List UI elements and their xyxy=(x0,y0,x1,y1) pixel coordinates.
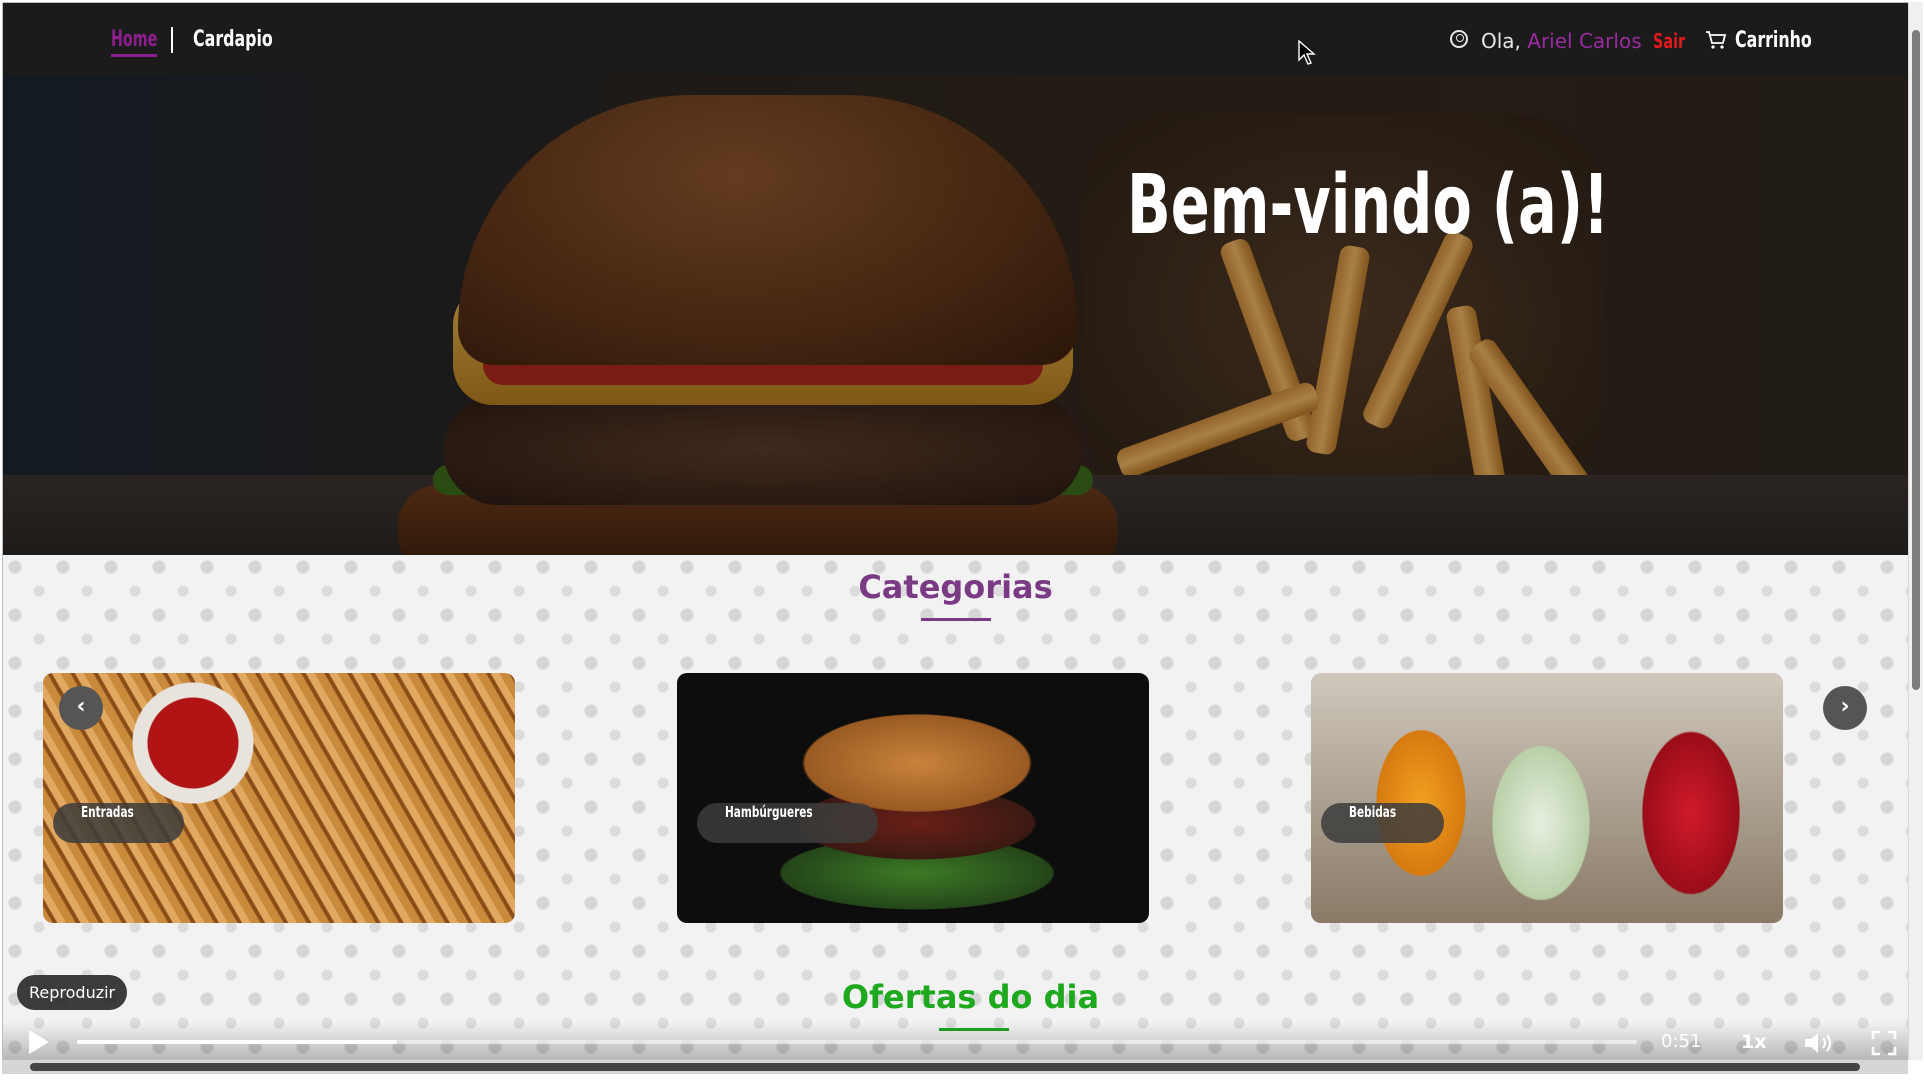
logout-link[interactable]: Sair xyxy=(1653,29,1685,53)
time-display: 0:51 xyxy=(1661,1031,1702,1052)
offers-title: Ofertas do dia xyxy=(841,978,1100,1016)
carousel-prev-button[interactable]: ‹ xyxy=(59,686,103,730)
categories-title: Categorias xyxy=(858,568,1053,606)
chevron-right-icon: › xyxy=(1840,694,1850,719)
chevron-left-icon: ‹ xyxy=(76,694,86,719)
browser-viewport: Home Cardapio Ola, Ariel Carlos Sair Car… xyxy=(2,2,1909,1060)
fullscreen-icon[interactable] xyxy=(1871,1030,1897,1056)
hero-overlay xyxy=(3,75,1908,555)
hero-banner xyxy=(3,75,1908,555)
cart-icon[interactable] xyxy=(1705,30,1727,50)
nav-cardapio-link[interactable]: Cardapio xyxy=(193,27,273,52)
progress-track[interactable] xyxy=(77,1040,1637,1044)
user-greeting: Ola, Ariel Carlos xyxy=(1481,29,1642,53)
category-label-text: Entradas xyxy=(81,803,134,821)
nav-separator xyxy=(171,27,173,53)
volume-icon[interactable] xyxy=(1803,1031,1837,1055)
hero-title: Bem-vindo (a)! xyxy=(1127,158,1610,253)
category-label: Hambúrgueres xyxy=(697,803,879,843)
category-label-text: Hambúrgueres xyxy=(725,803,813,821)
progress-fill xyxy=(77,1040,397,1044)
carousel-next-button[interactable]: › xyxy=(1823,686,1867,730)
mouse-cursor-icon xyxy=(1298,40,1316,65)
vertical-scroll-thumb[interactable] xyxy=(1912,30,1920,690)
categories-underline xyxy=(921,618,991,621)
greeting-text: Ola, xyxy=(1481,29,1528,53)
vertical-scrollbar[interactable] xyxy=(1908,2,1923,1060)
user-name[interactable]: Ariel Carlos xyxy=(1527,29,1641,53)
category-label: Entradas xyxy=(53,803,185,843)
play-tooltip: Reproduzir xyxy=(17,975,128,1010)
category-label-text: Bebidas xyxy=(1349,803,1397,821)
category-card-entradas[interactable]: Entradas xyxy=(43,673,515,923)
speed-button[interactable]: 1x xyxy=(1741,1031,1766,1053)
video-controls: 0:51 1x xyxy=(3,1021,1908,1059)
nav-home-link[interactable]: Home xyxy=(111,27,158,57)
category-card-hamburgueres[interactable]: Hambúrgueres xyxy=(677,673,1149,923)
horizontal-scrollbar[interactable] xyxy=(2,1060,1908,1074)
cart-link[interactable]: Carrinho xyxy=(1735,28,1812,53)
top-navbar: Home Cardapio Ola, Ariel Carlos Sair Car… xyxy=(3,3,1908,75)
user-circle-icon xyxy=(1450,30,1468,48)
category-label: Bebidas xyxy=(1321,803,1445,843)
category-card-bebidas[interactable]: Bebidas xyxy=(1311,673,1783,923)
play-icon[interactable] xyxy=(29,1030,49,1054)
horizontal-scroll-thumb[interactable] xyxy=(30,1063,1860,1071)
